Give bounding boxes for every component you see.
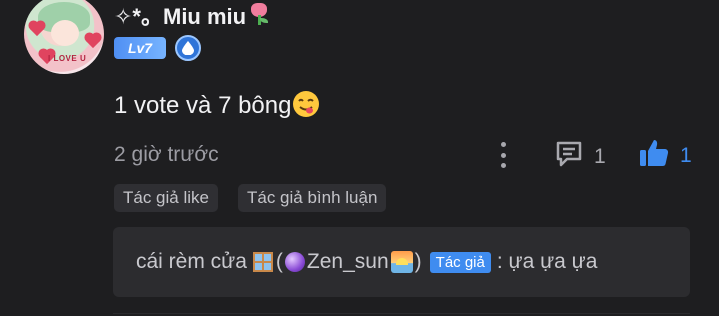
reply-preview[interactable]: cái rèm cửa ( Zen_sun ) Tác giả : ựa ựa … [113, 227, 690, 297]
avatar-face [51, 20, 79, 46]
reply-close-paren: ) [414, 250, 422, 273]
heart-icon [29, 21, 45, 37]
comment-body: 1 vote và 7 bông [114, 92, 292, 119]
tag-author-like: Tác giả like [114, 184, 218, 212]
comment-count: 1 [594, 144, 606, 168]
reply-prefix: cái rèm cửa [136, 250, 247, 273]
reply-author-name[interactable]: Zen_sun [307, 250, 389, 274]
divider [113, 313, 690, 314]
more-options-icon[interactable] [496, 140, 510, 170]
comment-icon [554, 139, 584, 174]
face-savoring-emoji [292, 90, 320, 118]
reply-button[interactable]: 1 [554, 139, 606, 174]
avatar[interactable]: I LOVE U [24, 0, 104, 74]
window-emoji [252, 252, 273, 272]
reply-body: : ựa ựa ựa [496, 250, 598, 273]
reply-line: cái rèm cửa ( Zen_sun ) Tác giả : ựa ựa … [136, 250, 597, 274]
like-button[interactable]: 1 [638, 137, 692, 174]
heart-icon [85, 33, 101, 49]
like-count: 1 [680, 143, 692, 167]
crystal-ball-emoji [284, 252, 305, 272]
username[interactable]: ✧*。Miu miu [114, 0, 270, 31]
sunrise-emoji [390, 251, 413, 273]
author-badge: Tác giả [429, 251, 491, 273]
author-tags: Tác giả like Tác giả bình luận [114, 184, 387, 212]
level-badge: Lv7 [114, 37, 166, 59]
drop-badge-icon [175, 35, 201, 61]
reply-open-paren: ( [275, 250, 283, 273]
tag-author-comment: Tác giả bình luận [237, 184, 387, 212]
tulip-icon [248, 3, 270, 27]
thumbs-up-icon [638, 137, 670, 174]
timestamp: 2 giờ trước [114, 143, 219, 166]
comment-text: 1 vote và 7 bông [114, 90, 320, 120]
avatar-caption: I LOVE U [48, 54, 87, 63]
username-text: ✧*。Miu miu [114, 4, 247, 29]
